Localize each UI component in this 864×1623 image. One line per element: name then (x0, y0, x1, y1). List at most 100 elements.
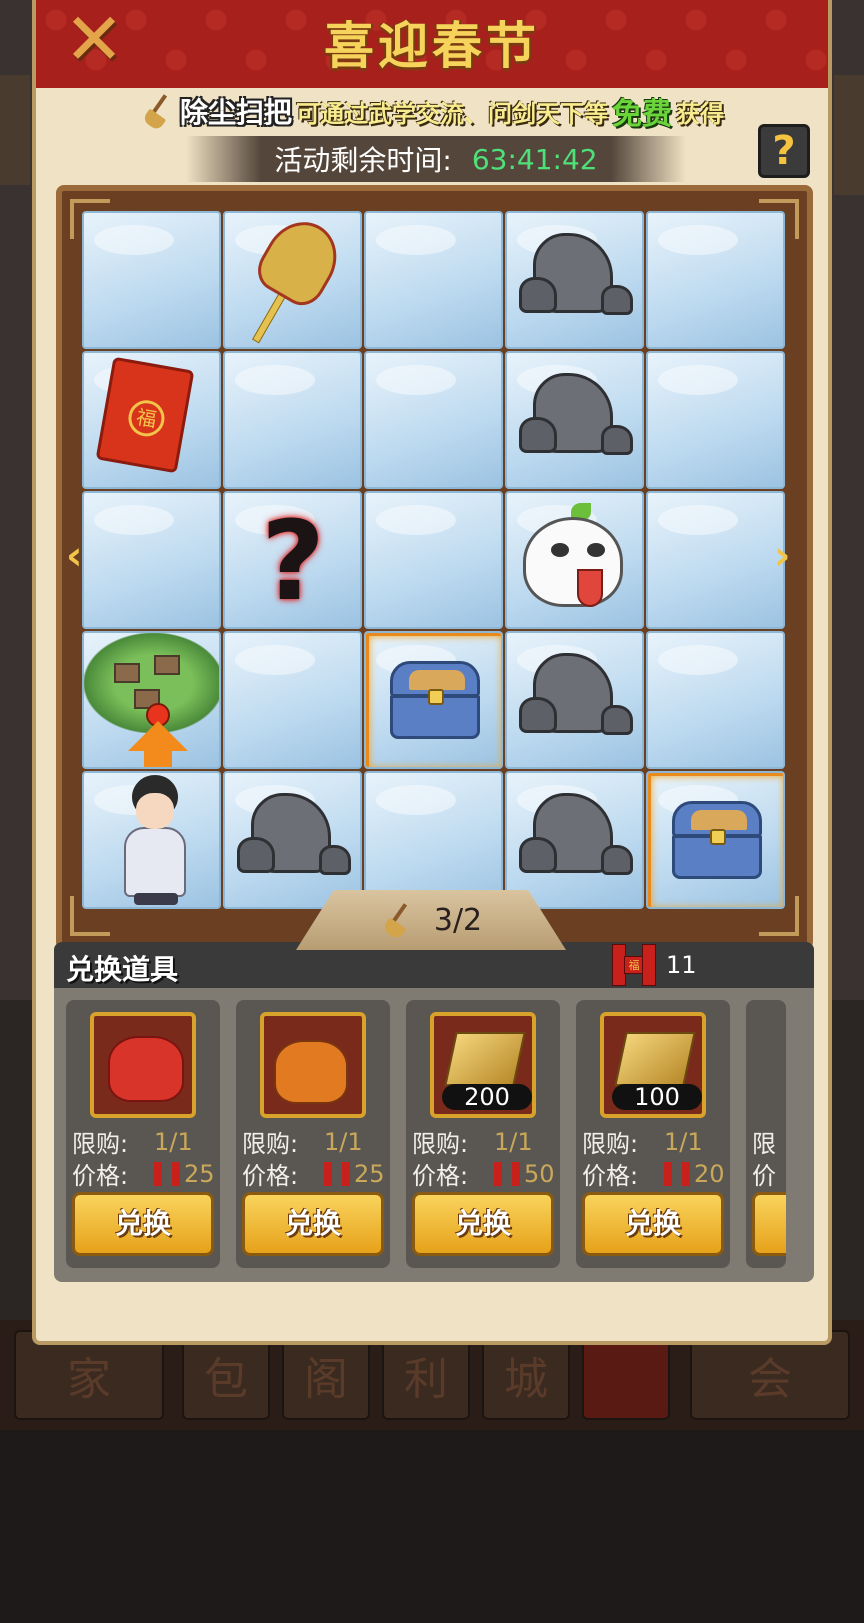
tile-rock[interactable] (505, 211, 644, 349)
couplet-currency-icon (154, 1161, 180, 1186)
limit-value: 1/1 (664, 1127, 703, 1156)
price-value: 25 (354, 1159, 385, 1188)
shop-item-card: 200 限购: 1/1 价格: 50 兑换 (406, 1000, 560, 1268)
timer-label: 活动剩余时间: (274, 144, 452, 177)
corner-ornament (759, 199, 799, 239)
couplet-currency-icon (494, 1161, 520, 1186)
red-gift-bag-icon (108, 1036, 184, 1102)
hero-character-icon (106, 775, 202, 907)
broom-free-label: 免费 (612, 97, 672, 132)
price-label: 价格: (72, 1162, 129, 1190)
tile-empty[interactable] (646, 631, 785, 769)
question-mark-icon: ? (261, 497, 325, 625)
orange-gift-bag-icon (274, 1040, 348, 1104)
broom-item-name: 除尘扫把 (179, 96, 292, 129)
treasure-chest-icon (390, 661, 480, 741)
corner-ornament (759, 896, 799, 936)
panel-header: ✕ 喜迎春节 (36, 0, 828, 88)
item-thumbnail[interactable]: 100 (600, 1012, 706, 1118)
chevron-right-icon[interactable]: › (774, 536, 798, 576)
couplet-currency-icon: 福 (612, 944, 656, 986)
sweep-board: ‹ › 福? (56, 185, 813, 950)
tile-broom[interactable] (223, 211, 362, 349)
rock-icon (237, 785, 351, 885)
tile-empty[interactable] (364, 211, 503, 349)
exchange-button[interactable]: 兑换 (242, 1192, 384, 1256)
item-quantity-badge: 100 (612, 1084, 702, 1110)
gold-bar-icon (444, 1032, 526, 1086)
red-envelope-icon: 福 (95, 356, 195, 474)
tile-empty[interactable] (364, 491, 503, 629)
limit-label-partial: 限 (752, 1130, 776, 1158)
couplet-currency-icon (664, 1161, 690, 1186)
exchange-button[interactable]: 兑换 (582, 1192, 724, 1256)
couplet-currency-icon (324, 1161, 350, 1186)
exchange-shop: 兑换道具 福 11 限购: 1/1 价格: 25 兑换 限购: 1/1 价格: 25 兑换 200 限… (54, 942, 814, 1282)
shop-item-card: 限购: 1/1 价格: 25 兑换 (66, 1000, 220, 1268)
event-timer: 活动剩余时间: 63:41:42 (186, 136, 686, 182)
broom-description: 可通过武学交流、问剑天下等 (296, 99, 608, 128)
broom-hint: 除尘扫把 可通过武学交流、问剑天下等 免费 获得 (36, 88, 828, 134)
corner-ornament (70, 199, 110, 239)
item-thumbnail[interactable]: 200 (430, 1012, 536, 1118)
price-value: 25 (184, 1159, 215, 1188)
tile-empty[interactable] (364, 771, 503, 909)
ghost-icon (523, 503, 629, 615)
shop-card-list[interactable]: 限购: 1/1 价格: 25 兑换 限购: 1/1 价格: 25 兑换 200 限购: 1/1 价格: 50… (66, 1000, 814, 1270)
exchange-button[interactable]: 兑换 (412, 1192, 554, 1256)
rock-icon (519, 785, 633, 885)
tile-chest[interactable] (364, 631, 503, 769)
progress-count: 3/2 (433, 902, 483, 938)
tile-hero[interactable] (82, 771, 221, 909)
currency-count: 11 (666, 951, 697, 979)
tile-empty[interactable] (223, 631, 362, 769)
tile-empty[interactable] (646, 351, 785, 489)
tile-mystery[interactable]: ? (223, 491, 362, 629)
tile-ghost[interactable] (505, 491, 644, 629)
tile-rock[interactable] (223, 771, 362, 909)
chevron-left-icon[interactable]: ‹ (66, 536, 90, 576)
item-thumbnail[interactable] (260, 1012, 366, 1118)
limit-value: 1/1 (154, 1127, 193, 1156)
help-button[interactable]: ? (758, 124, 810, 178)
limit-label: 限购: (242, 1130, 299, 1158)
arrow-up-icon (128, 703, 188, 767)
price-label: 价格: (242, 1162, 299, 1190)
broom-icon (245, 213, 351, 344)
tile-empty[interactable] (364, 351, 503, 489)
tile-empty[interactable] (82, 491, 221, 629)
shop-item-card: 限购: 1/1 价格: 25 兑换 (236, 1000, 390, 1268)
corner-ornament (70, 896, 110, 936)
limit-value: 1/1 (324, 1127, 363, 1156)
price-label: 价格: (582, 1162, 639, 1190)
item-quantity-badge: 200 (442, 1084, 532, 1110)
tile-chest[interactable] (646, 771, 785, 909)
tile-empty[interactable] (646, 491, 785, 629)
broom-icon (140, 93, 176, 129)
exchange-button[interactable]: 兑换 (72, 1192, 214, 1256)
limit-label: 限购: (72, 1130, 129, 1158)
tile-rock[interactable] (505, 351, 644, 489)
event-panel: ✕ 喜迎春节 除尘扫把 可通过武学交流、问剑天下等 免费 获得 活动剩余时间: … (32, 0, 832, 1345)
price-value: 50 (524, 1159, 555, 1188)
shop-item-card: 100 限购: 1/1 价格: 20 兑换 (576, 1000, 730, 1268)
exchange-button-partial[interactable] (752, 1192, 786, 1256)
price-value: 20 (694, 1159, 725, 1188)
tile-empty[interactable] (223, 351, 362, 489)
background-side-right (834, 75, 864, 195)
price-label-partial: 价 (752, 1162, 776, 1190)
shop-item-card-partial: 限价 (746, 1000, 786, 1268)
tile-grid: 福? (82, 211, 787, 911)
broom-icon (380, 902, 416, 938)
rock-icon (519, 225, 633, 325)
tile-village[interactable] (82, 631, 221, 769)
background-side-left (0, 75, 30, 185)
limit-label: 限购: (412, 1130, 469, 1158)
limit-label: 限购: (582, 1130, 639, 1158)
rock-icon (519, 645, 633, 745)
tile-rock[interactable] (505, 631, 644, 769)
background-lower (0, 1430, 864, 1623)
tile-red-envelope[interactable]: 福 (82, 351, 221, 489)
item-thumbnail[interactable] (90, 1012, 196, 1118)
tile-rock[interactable] (505, 771, 644, 909)
